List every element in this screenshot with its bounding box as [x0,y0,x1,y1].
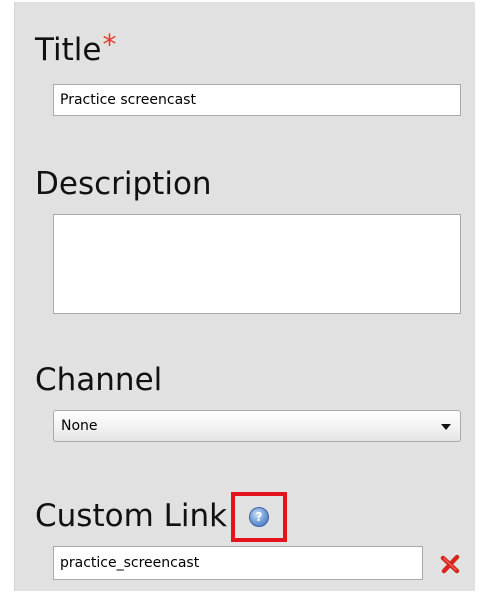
required-asterisk: * [102,28,117,61]
red-x-icon[interactable] [439,553,461,575]
description-label: Description [35,166,212,202]
title-label-text: Title [35,32,102,68]
chevron-down-icon [441,424,451,430]
channel-selected-value: None [61,418,98,434]
custom-link-input[interactable] [53,546,423,580]
custom-link-label: Custom Link [35,498,228,534]
description-textarea[interactable] [53,214,461,314]
channel-label: Channel [35,362,163,398]
channel-select[interactable]: None [53,410,461,442]
help-highlight-box[interactable]: ? [231,492,287,542]
question-icon[interactable]: ? [249,507,269,527]
title-input[interactable] [53,84,461,116]
form-panel: Title* Description Channel None Custom L… [14,2,475,591]
title-label: Title* [35,28,116,69]
